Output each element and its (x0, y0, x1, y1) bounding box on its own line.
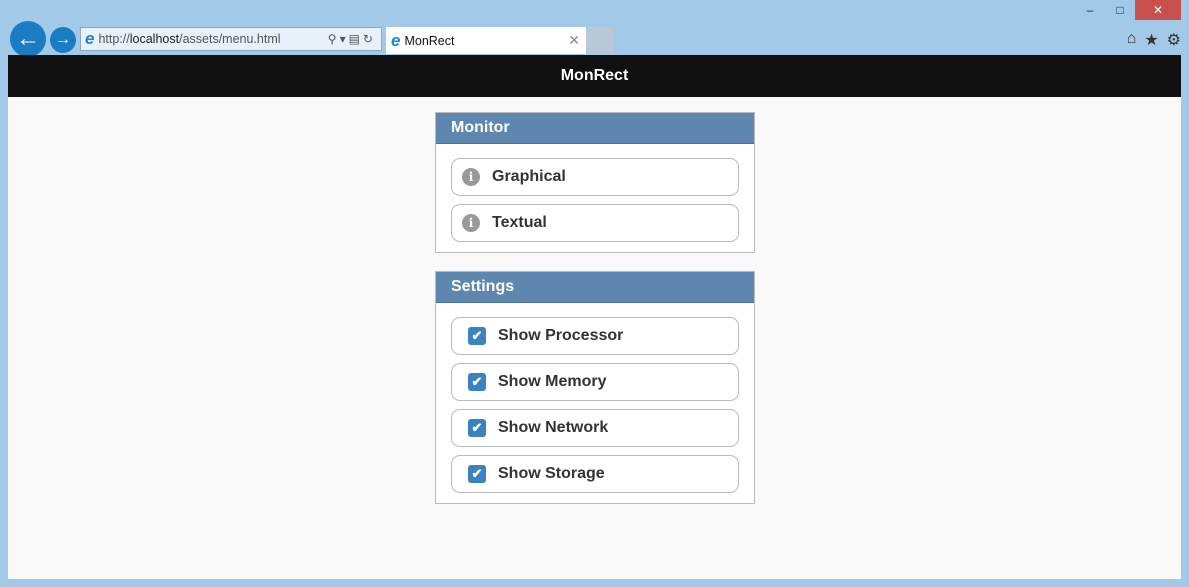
settings-panel: Settings ✔ Show Processor ✔ Show Memory ✔ S… (435, 271, 755, 504)
monitor-panel: Monitor i Graphical i Textual (435, 112, 755, 253)
info-icon: i (462, 168, 480, 186)
close-button[interactable]: ✕ (1135, 0, 1181, 20)
url-prefix: http:// (98, 32, 130, 46)
item-label: Show Processor (498, 327, 624, 344)
show-storage-checkbox[interactable]: ✔ Show Storage (451, 455, 739, 493)
app-header: MonRect (8, 55, 1181, 97)
monitor-textual-button[interactable]: i Textual (451, 204, 739, 242)
monitor-graphical-button[interactable]: i Graphical (451, 158, 739, 196)
ie-icon: e (85, 29, 95, 48)
settings-title: Settings (436, 272, 754, 303)
url-path: /assets/menu.html (179, 32, 281, 46)
item-label: Show Network (498, 419, 609, 436)
info-icon: i (462, 214, 480, 232)
checkbox-checked-icon: ✔ (468, 419, 486, 437)
item-label: Textual (492, 214, 547, 231)
search-refresh-icons[interactable]: ⚲▾▤↻ (328, 32, 376, 46)
new-tab-button[interactable] (586, 27, 613, 54)
close-tab-icon[interactable]: ✕ (568, 32, 580, 49)
show-network-checkbox[interactable]: ✔ Show Network (451, 409, 739, 447)
checkbox-checked-icon: ✔ (468, 373, 486, 391)
ie-icon: e (391, 30, 401, 50)
checkbox-checked-icon: ✔ (468, 465, 486, 483)
home-icon[interactable]: ⌂ (1127, 30, 1137, 50)
tab-title: MonRect (404, 33, 455, 48)
url-host: localhost (129, 32, 180, 46)
item-label: Graphical (492, 168, 566, 185)
window-controls: – □ ✕ (1075, 0, 1181, 20)
gear-icon[interactable]: ⚙ (1167, 30, 1181, 50)
address-bar[interactable]: e http://localhost/assets/menu.html ⚲▾▤↻ (80, 27, 382, 51)
page-content: MonRect Monitor i Graphical i Textual Sett… (8, 55, 1181, 579)
checkbox-checked-icon: ✔ (468, 327, 486, 345)
show-processor-checkbox[interactable]: ✔ Show Processor (451, 317, 739, 355)
monitor-title: Monitor (436, 113, 754, 144)
browser-tab[interactable]: e MonRect ✕ (386, 27, 586, 54)
item-label: Show Storage (498, 465, 605, 482)
star-icon[interactable]: ★ (1144, 30, 1158, 50)
maximize-button[interactable]: □ (1105, 0, 1135, 20)
minimize-button[interactable]: – (1075, 0, 1105, 20)
show-memory-checkbox[interactable]: ✔ Show Memory (451, 363, 739, 401)
item-label: Show Memory (498, 373, 607, 390)
back-button[interactable]: ← (10, 21, 46, 57)
forward-button[interactable]: → (50, 27, 76, 53)
